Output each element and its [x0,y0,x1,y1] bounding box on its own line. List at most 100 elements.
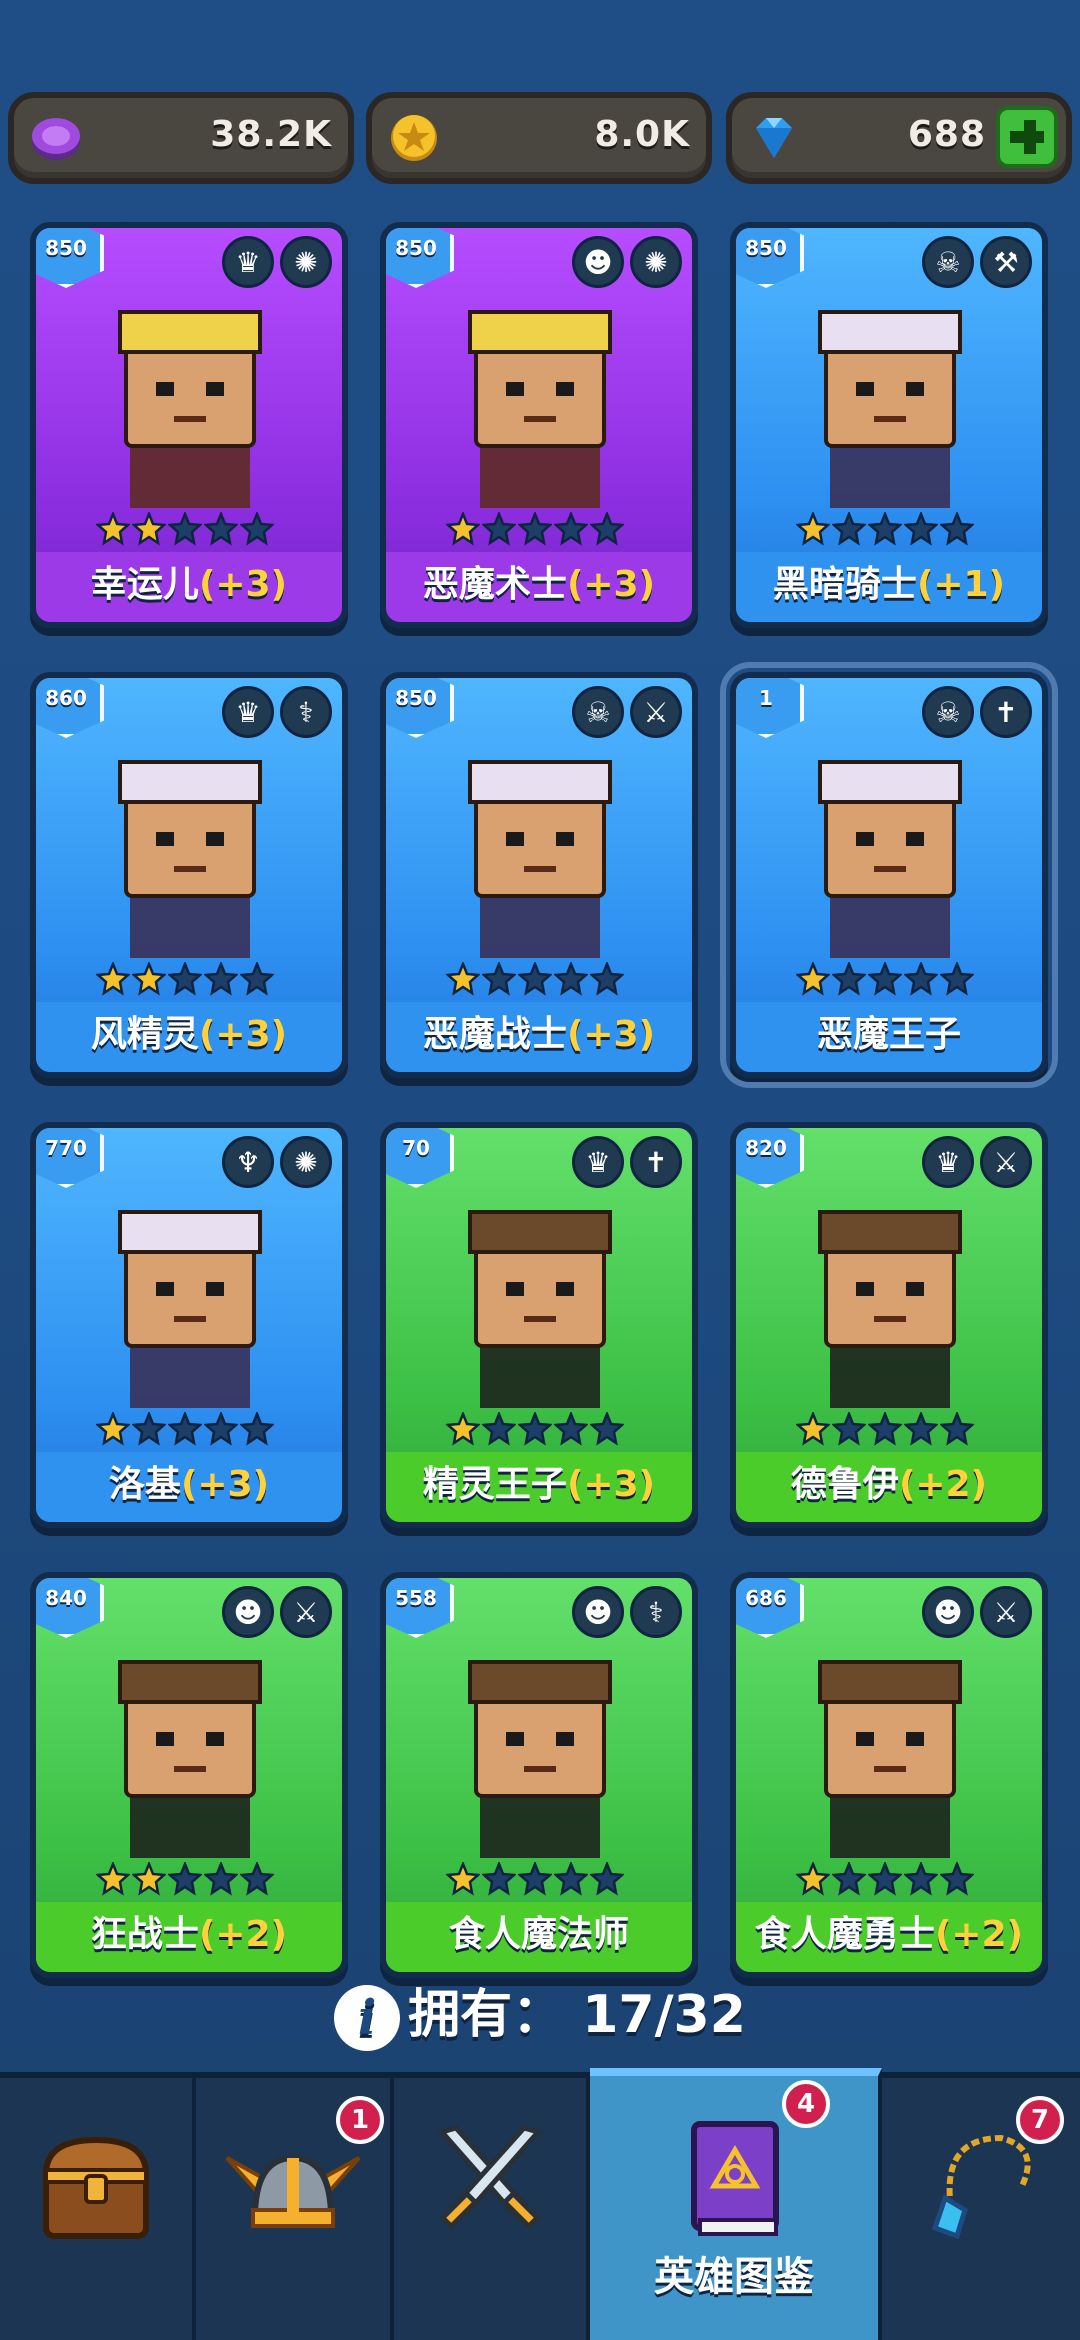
bottom-nav: 1 英雄图鉴 4 7 [0,2068,1080,2340]
star-empty-icon [832,512,866,546]
star-filled-icon [446,962,480,996]
nav-tab-hero-book[interactable]: 英雄图鉴 4 [590,2068,882,2340]
hero-card[interactable]: 850 ☠ ⚒ 黑暗骑士(+1) [730,222,1048,628]
elf-race-icon: ♛ [572,1136,624,1188]
hero-card[interactable]: 686 ☻ ⚔ 食人魔勇士(+2) [730,1572,1048,1978]
hero-book-icon [691,2121,779,2236]
level-number: 70 [402,1136,430,1160]
diamond-icon [756,118,792,158]
star-rating [796,512,974,548]
purple-currency: 38.2K [8,92,354,184]
hero-bonus: (+3) [566,1014,656,1055]
hero-name: 恶魔术士 [422,564,567,605]
hero-card[interactable]: 1 ☠ ✝ 恶魔王子 [720,662,1058,1088]
hero-name-bar: 恶魔王子 [736,1002,1042,1072]
hero-portrait [468,310,612,508]
hero-name: 恶魔王子 [816,1014,961,1055]
hero-portrait [818,310,962,508]
hero-card[interactable]: 770 ♆ ✺ 洛基(+3) [30,1122,348,1528]
star-empty-icon [204,512,238,546]
add-diamonds-button[interactable] [996,106,1058,168]
gold-currency-value: 8.0K [594,114,690,155]
star-empty-icon [832,1412,866,1446]
star-filled-icon [796,1862,830,1896]
star-empty-icon [868,962,902,996]
star-empty-icon [554,962,588,996]
hero-name-bar: 恶魔战士(+3) [386,1002,692,1072]
nav-tab-chest[interactable] [0,2078,196,2340]
hero-portrait [818,760,962,958]
hero-card[interactable]: 840 ☻ ⚔ 狂战士(+2) [30,1572,348,1978]
info-icon[interactable]: i [334,1985,401,2051]
star-filled-icon [96,512,130,546]
gold-currency: 8.0K [366,92,712,184]
star-rating [446,512,624,548]
star-empty-icon [168,1412,202,1446]
star-empty-icon [904,1862,938,1896]
hero-portrait [818,1210,962,1408]
sword-weapon-icon: ⚔ [980,1586,1032,1638]
hero-name-bar: 洛基(+3) [36,1452,342,1522]
level-number: 1 [759,686,773,710]
star-rating [96,962,274,998]
star-empty-icon [204,1862,238,1896]
star-rating [446,962,624,998]
hero-name-bar: 精灵王子(+3) [386,1452,692,1522]
nav-tab-heroes[interactable]: 1 [196,2078,394,2340]
star-empty-icon [518,512,552,546]
demon-race-icon: ☠ [922,236,974,288]
hero-card[interactable]: 820 ♛ ⚔ 德鲁伊(+2) [730,1122,1048,1528]
star-empty-icon [940,512,974,546]
elf-race-icon: ♛ [222,236,274,288]
star-empty-icon [590,1412,624,1446]
star-empty-icon [240,962,274,996]
orc-race-icon: ☻ [922,1586,974,1638]
star-filled-icon [96,962,130,996]
level-number: 850 [395,686,437,710]
hero-card[interactable]: 850 ☻ ✺ 恶魔术士(+3) [380,222,698,628]
hero-name: 幸运儿 [90,564,199,605]
level-number: 850 [45,236,87,260]
owned-label: 拥有： [408,1985,565,2045]
hero-card[interactable]: 860 ♛ ⚕ 风精灵(+3) [30,672,348,1078]
nav-tab-items[interactable]: 7 [882,2078,1080,2340]
hero-portrait [818,1660,962,1858]
hero-name-bar: 德鲁伊(+2) [736,1452,1042,1522]
star-rating [446,1862,624,1898]
hero-bonus: (+2) [198,1914,288,1955]
star-empty-icon [482,1862,516,1896]
star-rating [796,962,974,998]
dagger-weapon-icon: ✝ [980,686,1032,738]
gold-coin-icon [391,115,437,161]
level-number: 850 [745,236,787,260]
hero-portrait [118,1210,262,1408]
star-empty-icon [554,512,588,546]
star-empty-icon [132,1412,166,1446]
hero-portrait [468,760,612,958]
level-number: 558 [395,1586,437,1610]
star-empty-icon [204,1412,238,1446]
hero-bonus: (+3) [566,1464,656,1505]
star-empty-icon [240,1412,274,1446]
hero-card[interactable]: 558 ☻ ⚕ 食人魔法师 [380,1572,698,1978]
hero-name: 洛基 [108,1464,181,1505]
orc-race-icon: ☻ [572,236,624,288]
star-empty-icon [590,962,624,996]
diamond-currency: 688 [726,92,1072,184]
star-empty-icon [590,1862,624,1896]
staff-weapon-icon: ⚕ [280,686,332,738]
hero-card[interactable]: 850 ♛ ✺ 幸运儿(+3) [30,222,348,628]
star-rating [446,1412,624,1448]
owned-count: i 拥有： 17/32 [0,1972,1080,2051]
star-filled-icon [132,962,166,996]
hero-name: 食人魔勇士 [754,1914,935,1955]
elf-race-icon: ♛ [222,686,274,738]
hero-bonus: (+3) [566,564,656,605]
hero-card[interactable]: 850 ☠ ⚔ 恶魔战士(+3) [380,672,698,1078]
hero-card[interactable]: 70 ♛ ✝ 精灵王子(+3) [380,1122,698,1528]
level-number: 686 [745,1586,787,1610]
star-filled-icon [446,1412,480,1446]
orc-race-icon: ☻ [572,1586,624,1638]
hero-bonus: (+3) [198,564,288,605]
nav-tab-battle[interactable] [394,2078,590,2340]
